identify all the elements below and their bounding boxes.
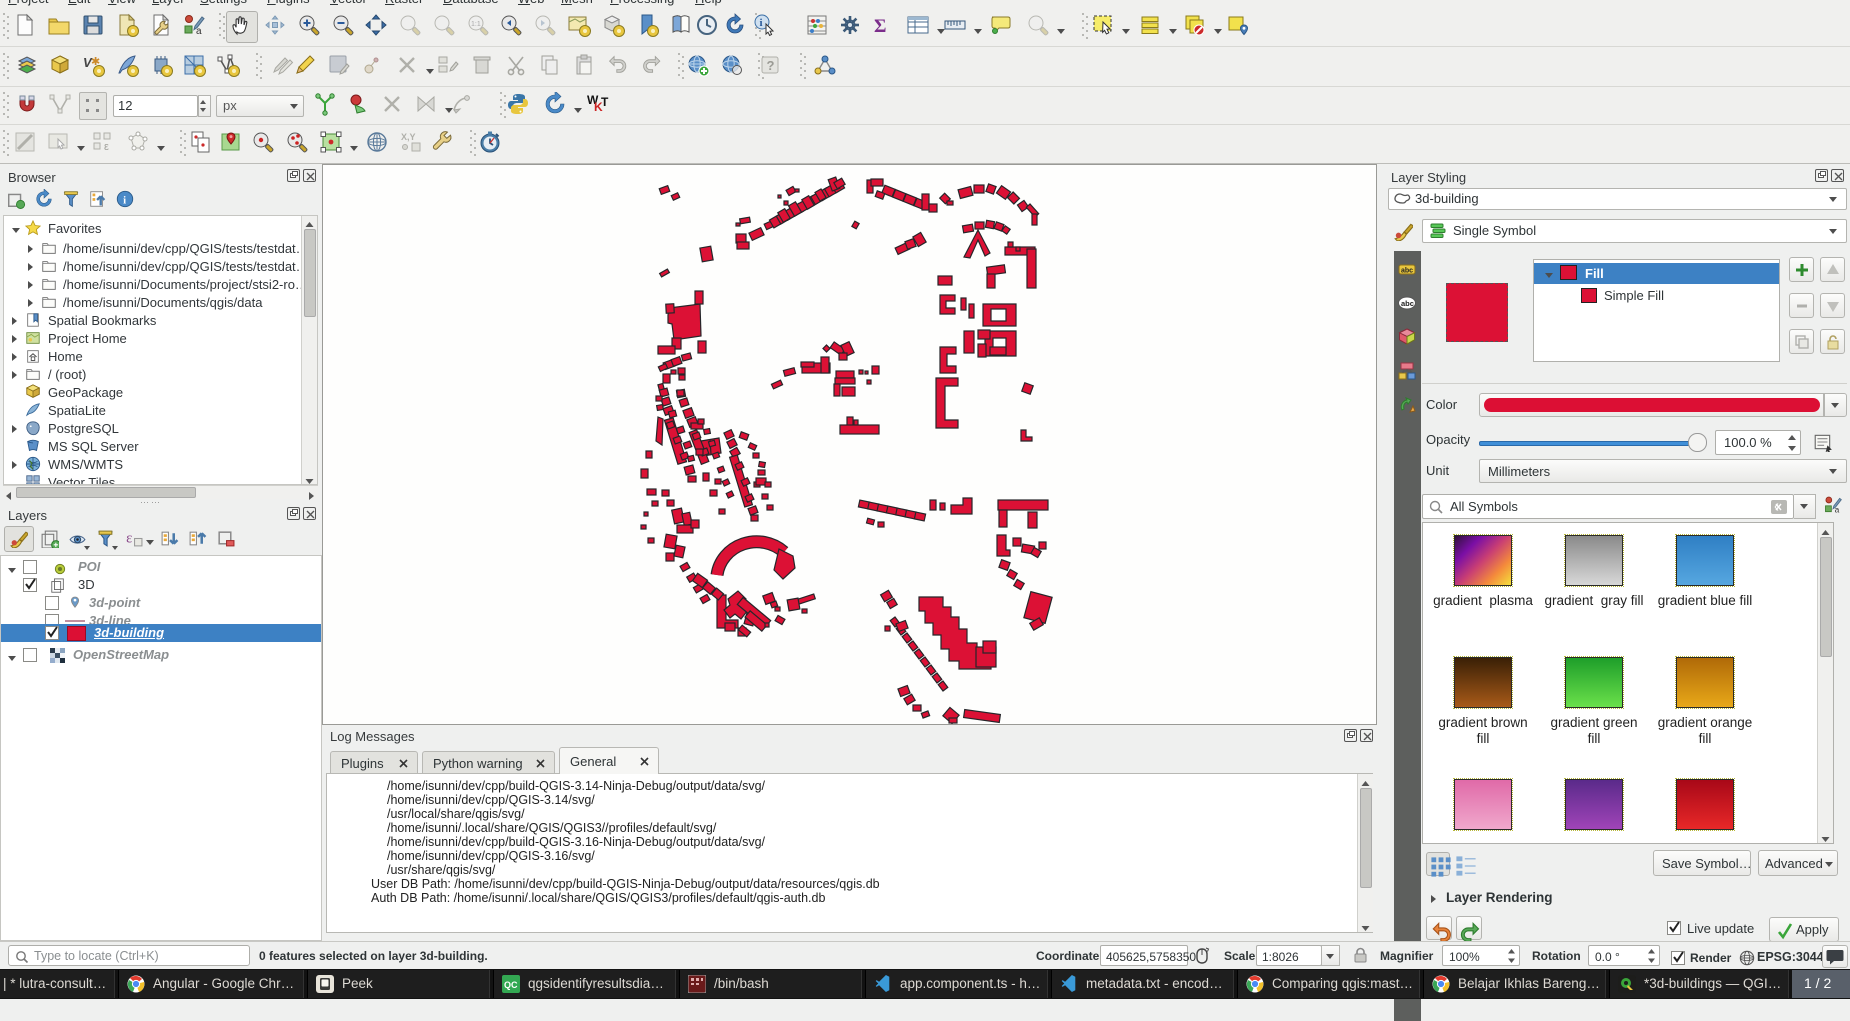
svg-text:Σ: Σ xyxy=(874,16,886,37)
svg-text:i: i xyxy=(760,17,763,29)
svg-text:ε: ε xyxy=(104,141,109,153)
svg-text:ε: ε xyxy=(126,531,132,547)
svg-text:a: a xyxy=(1835,505,1840,515)
svg-text:QC: QC xyxy=(504,980,518,990)
svg-text:T: T xyxy=(601,95,609,109)
svg-text:i: i xyxy=(123,195,126,207)
svg-text:a: a xyxy=(196,26,202,37)
svg-text:?: ? xyxy=(767,58,775,73)
svg-text:1:1: 1:1 xyxy=(471,21,481,28)
svg-text:X,Y: X,Y xyxy=(401,132,416,142)
svg-text:abc: abc xyxy=(1401,299,1414,308)
svg-text:abc: abc xyxy=(1401,268,1413,275)
